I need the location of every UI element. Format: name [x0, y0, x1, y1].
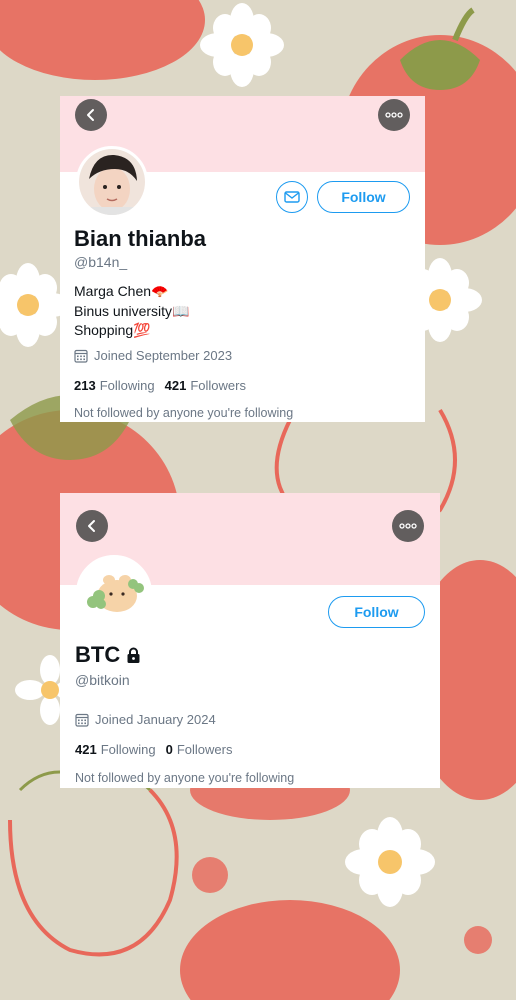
back-arrow-icon: [87, 109, 94, 121]
followers-label: Followers: [190, 378, 246, 393]
mail-icon: [284, 191, 300, 203]
more-options-button[interactable]: [392, 510, 424, 542]
following-label: Following: [100, 742, 156, 757]
bio-line: Shopping💯: [74, 322, 151, 338]
join-date: Joined September 2023: [74, 348, 232, 363]
calendar-icon: [74, 349, 88, 363]
user-handle: @b14n_: [74, 254, 128, 270]
followers-count: 421: [164, 378, 187, 393]
mutual-followers-note: Not followed by anyone you're following: [74, 406, 294, 420]
calendar-icon: [75, 713, 89, 727]
follow-stats: 213 Following 421 Followers: [74, 378, 246, 393]
followers-link[interactable]: 0 Followers: [166, 742, 233, 757]
display-name: BTC: [75, 642, 141, 668]
bio-line: Marga Chen🪭: [74, 283, 169, 299]
more-options-button[interactable]: [378, 99, 410, 131]
join-date-text: Joined September 2023: [94, 348, 233, 363]
display-name-text: BTC: [75, 642, 121, 667]
join-date-text: Joined January 2024: [95, 712, 216, 727]
bio-line: Binus university📖: [74, 302, 190, 319]
followers-link[interactable]: 421 Followers: [165, 378, 246, 393]
profile-card: Follow BTC @bitkoin Joined January 2024 …: [60, 493, 440, 788]
avatar-illustration: [79, 558, 149, 628]
more-options-icon: [399, 523, 417, 529]
following-link[interactable]: 421 Following: [75, 742, 156, 757]
join-date: Joined January 2024: [75, 712, 216, 727]
more-options-icon: [385, 112, 403, 118]
mutual-followers-note: Not followed by anyone you're following: [75, 771, 295, 785]
back-button[interactable]: [75, 99, 107, 131]
back-arrow-icon: [88, 520, 95, 532]
message-button[interactable]: [276, 181, 308, 213]
display-name: Bian thianba: [74, 226, 207, 251]
followers-count: 0: [165, 742, 173, 757]
profile-bio: Marga Chen🪭 Binus university📖 Shopping💯: [74, 282, 189, 341]
back-button[interactable]: [76, 510, 108, 542]
profile-card: Follow Bian thianba @b14n_ Marga Chen🪭 B…: [60, 96, 425, 422]
lock-icon: [127, 647, 140, 663]
follow-button[interactable]: Follow: [328, 596, 425, 628]
followers-label: Followers: [176, 742, 233, 757]
following-link[interactable]: 213 Following: [74, 378, 155, 393]
avatar[interactable]: [76, 146, 148, 218]
avatar[interactable]: [76, 555, 152, 631]
avatar-photo: [79, 149, 145, 215]
following-count: 421: [75, 742, 97, 757]
following-count: 213: [74, 378, 96, 393]
following-label: Following: [99, 378, 155, 393]
follow-button[interactable]: Follow: [317, 181, 410, 213]
user-handle: @bitkoin: [75, 672, 130, 688]
follow-stats: 421 Following 0 Followers: [75, 742, 232, 757]
